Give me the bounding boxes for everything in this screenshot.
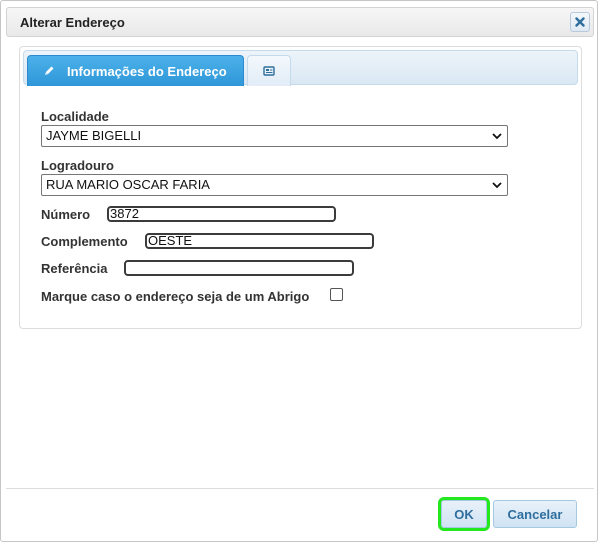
numero-input[interactable]: 3872 [107,206,336,222]
close-icon [575,17,585,27]
chevron-down-icon [492,182,502,189]
complemento-label: Complemento [41,234,128,249]
tabs-panel: Informações do Endereço Localidade JAYME… [19,46,582,329]
numero-label: Número [41,207,91,222]
card-icon [263,64,275,79]
logradouro-select[interactable]: RUA MARIO OSCAR FARIA [41,174,508,196]
localidade-label: Localidade [41,109,109,124]
tab-informacoes-label: Informações do Endereço [67,63,227,79]
abrigo-label: Marque caso o endereço seja de um Abrigo [41,289,310,304]
pencil-icon [43,65,55,77]
logradouro-label: Logradouro [41,158,114,173]
tab-informacoes-endereco[interactable]: Informações do Endereço [27,55,244,86]
referencia-label: Referência [41,261,108,276]
cancel-button[interactable]: Cancelar [493,500,577,528]
complemento-input[interactable]: OESTE [145,233,374,249]
abrigo-checkbox[interactable] [330,288,343,301]
tab-card[interactable] [247,55,291,86]
chevron-down-icon [492,133,502,140]
localidade-value: JAYME BIGELLI [46,128,142,143]
ok-button[interactable]: OK [438,497,490,531]
alterar-endereco-dialog: Alterar Endereço Informações do Endereço [0,0,598,542]
close-button[interactable] [570,12,590,32]
dialog-title: Alterar Endereço [20,15,125,30]
tab-bar: Informações do Endereço [23,50,578,86]
referencia-input[interactable] [124,260,354,276]
footer-divider [6,488,594,489]
dialog-titlebar[interactable]: Alterar Endereço [6,7,594,37]
localidade-select[interactable]: JAYME BIGELLI [41,125,508,147]
logradouro-value: RUA MARIO OSCAR FARIA [46,177,210,192]
